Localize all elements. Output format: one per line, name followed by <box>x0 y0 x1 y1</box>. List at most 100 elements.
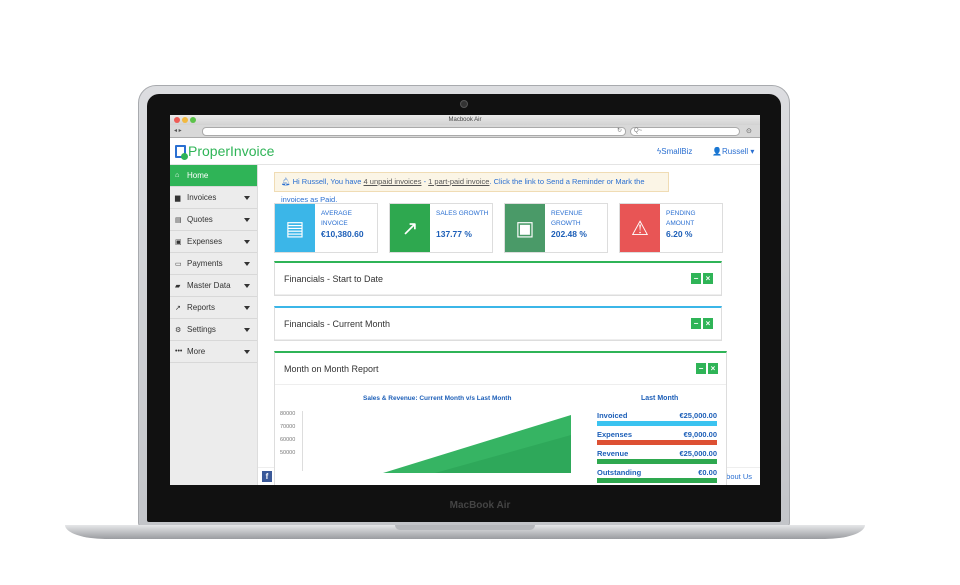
sidebar-item-label: Home <box>187 171 209 180</box>
sidebar-item-label: Expenses <box>187 237 223 246</box>
sidebar-item-label: Settings <box>187 325 216 334</box>
last-month-title: Last Month <box>641 395 679 402</box>
reader-icon[interactable]: ⊙ <box>746 127 752 135</box>
part-paid-invoice-link[interactable]: 1 part-paid invoice <box>428 177 489 186</box>
chevron-down-icon[interactable] <box>244 350 250 354</box>
chevron-down-icon[interactable] <box>244 196 250 200</box>
url-input[interactable]: ↻ <box>202 127 626 136</box>
user-menu[interactable]: 👤Russell ▾ <box>712 147 754 156</box>
summary-bar <box>597 478 717 483</box>
y-axis <box>302 411 303 471</box>
sidebar-item-master-data[interactable]: ▰ Master Data <box>170 275 257 297</box>
summary-value: €9,000.00 <box>683 430 717 439</box>
summary-label: Outstanding <box>597 468 642 477</box>
stat-value: 6.20 % <box>666 229 693 239</box>
sidebar-item-settings[interactable]: ⚙ Settings <box>170 319 257 341</box>
document-icon: ▤ <box>275 204 315 252</box>
minimize-button[interactable]: − <box>691 273 701 284</box>
chevron-down-icon[interactable] <box>244 284 250 288</box>
home-icon: ⌂ <box>175 172 180 179</box>
minimize-button[interactable]: − <box>696 363 706 374</box>
window-title: Macbook Air <box>448 117 482 123</box>
chart-icon: ↗ <box>175 304 181 312</box>
smallbiz-label: SmallBiz <box>661 147 693 156</box>
warning-icon: ⚠ <box>620 204 660 252</box>
summary-row: Outstanding €0.00 <box>597 468 717 477</box>
panel-title: Financials - Current Month <box>275 308 721 340</box>
laptop-notch <box>395 525 535 530</box>
summary-value: €25,000.00 <box>679 411 717 420</box>
sidebar-item-payments[interactable]: ▭ Payments <box>170 253 257 275</box>
stat-card[interactable]: ↗ SALES GROWTH 137.77 % <box>389 203 493 253</box>
stat-label: AVERAGE INVOICE <box>321 210 352 227</box>
close-button[interactable]: × <box>708 363 718 374</box>
stat-value: €10,380.60 <box>321 229 364 239</box>
panel-buttons: − × <box>691 318 713 329</box>
sidebar-item-reports[interactable]: ↗ Reports <box>170 297 257 319</box>
chevron-down-icon[interactable] <box>244 328 250 332</box>
browser-toolbar: ◂ ▸ ↻ Q~ ⊙ <box>170 125 760 138</box>
summary-value: €0.00 <box>698 468 717 477</box>
summary-value: €25,000.00 <box>679 449 717 458</box>
chevron-down-icon[interactable] <box>244 240 250 244</box>
facebook-icon[interactable]: f <box>262 471 272 482</box>
sidebar-item-label: Payments <box>187 259 223 268</box>
minimize-button[interactable]: − <box>691 318 701 329</box>
minimize-window-icon[interactable] <box>182 117 188 123</box>
maximize-window-icon[interactable] <box>190 117 196 123</box>
gear-icon: ⚙ <box>175 326 182 334</box>
sidebar-item-invoices[interactable]: ▆ Invoices <box>170 187 257 209</box>
alert-text: Hi Russell, You have <box>292 177 364 186</box>
y-tick-label: 60000 <box>280 437 296 443</box>
back-forward-icon[interactable]: ◂ ▸ <box>174 127 182 134</box>
panel-buttons: − × <box>696 363 718 374</box>
smallbiz-link[interactable]: ϟSmallBiz <box>657 147 692 156</box>
ellipsis-icon: ••• <box>175 348 183 355</box>
close-window-icon[interactable] <box>174 117 180 123</box>
credit-card-icon: ▭ <box>175 260 182 268</box>
reload-icon[interactable]: ↻ <box>617 128 625 135</box>
summary-label: Revenue <box>597 449 629 458</box>
y-tick-label: 50000 <box>280 450 296 456</box>
user-icon: 👤 <box>712 147 722 156</box>
browser-search-input[interactable]: Q~ <box>630 127 740 136</box>
y-tick-label: 70000 <box>280 424 296 430</box>
logo-icon <box>175 144 188 160</box>
trend-up-icon: ↗ <box>390 204 430 252</box>
stat-card[interactable]: ▤ AVERAGE INVOICE €10,380.60 <box>274 203 378 253</box>
sidebar-item-quotes[interactable]: ▤ Quotes <box>170 209 257 231</box>
bell-icon: 🔔︎ <box>281 177 291 186</box>
sidebar-item-home[interactable]: ⌂ Home <box>170 165 257 187</box>
window-titlebar: Macbook Air <box>170 115 760 125</box>
chevron-down-icon[interactable] <box>244 262 250 266</box>
stat-label: SALES GROWTH <box>436 210 489 217</box>
sales-revenue-area <box>305 413 575 478</box>
logo[interactable]: ProperInvoice <box>175 143 275 160</box>
sidebar-item-label: Invoices <box>187 193 217 202</box>
money-icon: ▣ <box>175 238 182 246</box>
close-button[interactable]: × <box>703 318 713 329</box>
summary-bar <box>597 440 717 445</box>
unpaid-invoices-link[interactable]: 4 unpaid invoices <box>364 177 422 186</box>
document-icon: ▤ <box>175 216 182 224</box>
folder-icon: ▰ <box>175 282 181 290</box>
chevron-down-icon[interactable] <box>244 306 250 310</box>
logo-text: ProperInvoice <box>188 143 275 159</box>
sidebar-item-label: Quotes <box>187 215 213 224</box>
stat-card[interactable]: ⚠ PENDING AMOUNT 6.20 % <box>619 203 723 253</box>
stat-card[interactable]: ▣ REVENUE GROWTH 202.48 % <box>504 203 608 253</box>
panel-financials-start-to-date: Financials - Start to Date − × <box>274 261 722 296</box>
device-brand: MacBook Air <box>449 500 511 511</box>
user-name: Russell <box>721 147 749 156</box>
sidebar: ⌂ Home ▆ Invoices ▤ Quotes ▣ Expenses ▭ Payments ▰… <box>170 165 258 485</box>
sidebar-item-more[interactable]: ••• More <box>170 341 257 363</box>
camera-icon <box>460 100 468 108</box>
sidebar-item-expenses[interactable]: ▣ Expenses <box>170 231 257 253</box>
chevron-down-icon[interactable] <box>244 218 250 222</box>
y-tick-label: 80000 <box>280 411 296 417</box>
close-button[interactable]: × <box>703 273 713 284</box>
file-icon: ▆ <box>175 194 181 202</box>
chart-title: Sales & Revenue: Current Month v/s Last … <box>363 395 512 402</box>
sidebar-item-label: Master Data <box>187 281 231 290</box>
summary-row: Expenses €9,000.00 <box>597 430 717 439</box>
